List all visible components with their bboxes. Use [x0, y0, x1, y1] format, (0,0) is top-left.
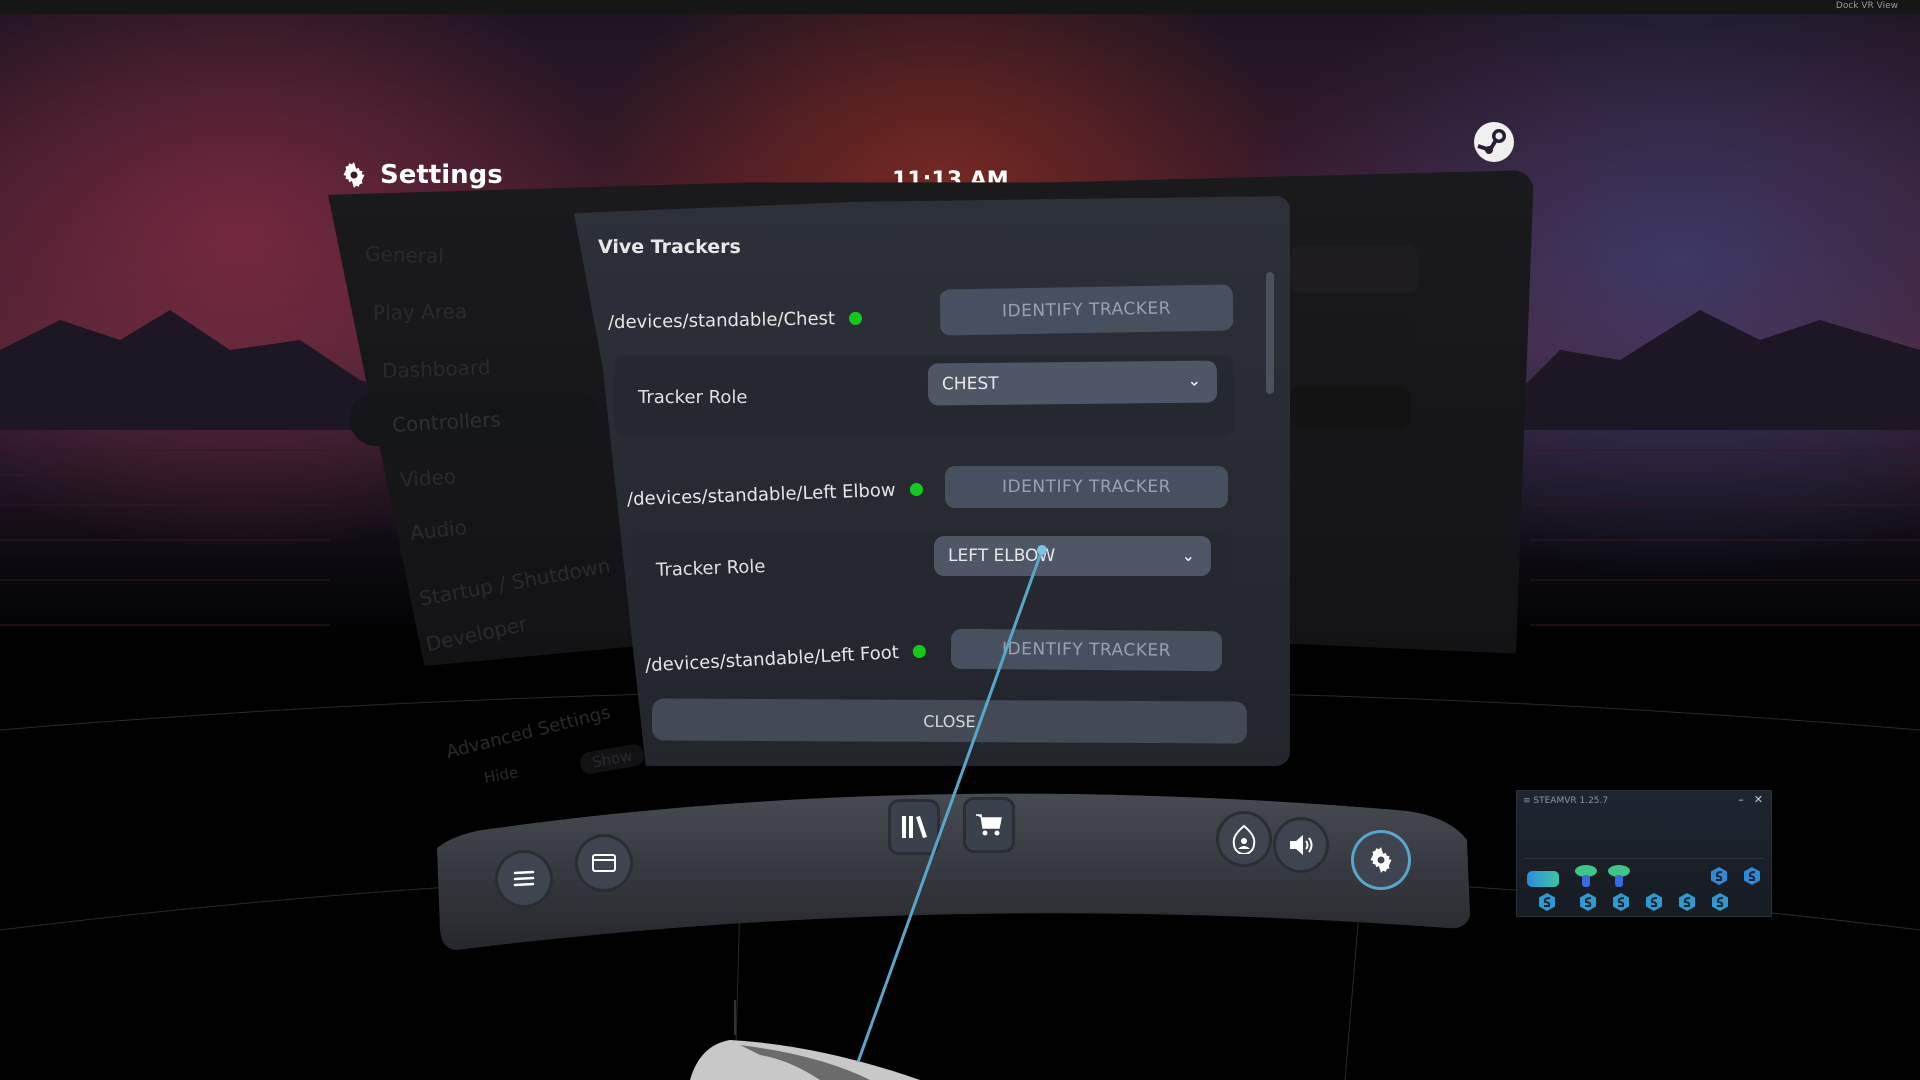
- identify-tracker-button[interactable]: IDENTIFY TRACKER: [939, 284, 1234, 336]
- background-setting-control: [1290, 385, 1410, 429]
- store-button[interactable]: [966, 800, 1012, 850]
- identify-tracker-button[interactable]: IDENTIFY TRACKER: [950, 628, 1223, 672]
- background-setting-control: [1290, 245, 1418, 293]
- base-station-icon: [1575, 865, 1597, 887]
- status-window-title: ≡ STEAMVR 1.25.7: [1523, 796, 1609, 806]
- sidebar-item-general[interactable]: General: [365, 242, 445, 269]
- sidebar-item-dashboard[interactable]: Dashboard: [382, 355, 491, 383]
- page-title: Settings: [380, 160, 503, 190]
- cart-icon: [976, 814, 1002, 836]
- tracker-role-value: CHEST: [941, 373, 999, 395]
- dialog-scrollbar[interactable]: [1266, 272, 1274, 394]
- settings-header: Settings: [340, 160, 503, 190]
- chevron-down-icon: ⌄: [1181, 546, 1195, 565]
- tracker-icon: [1711, 867, 1727, 885]
- status-connected-icon: [848, 311, 863, 326]
- library-icon: [902, 816, 927, 838]
- close-icon[interactable]: ✕: [1754, 793, 1763, 806]
- tracker-icon: [1613, 893, 1629, 911]
- steamvr-status-window: ≡ STEAMVR 1.25.7 – ✕: [1516, 790, 1772, 917]
- sidebar-item-video[interactable]: Video: [399, 464, 457, 492]
- tracker-role-label: Tracker Role: [655, 556, 766, 581]
- base-station-icon: [1608, 865, 1630, 887]
- tracker-icon: [1580, 893, 1596, 911]
- gear-icon: [343, 162, 365, 188]
- status-connected-icon: [912, 644, 927, 659]
- status-connected-icon: [909, 482, 923, 497]
- window-titlebar: Dock VR View: [0, 0, 1920, 14]
- tracker-icon: [1712, 893, 1728, 911]
- settings-button[interactable]: [1354, 833, 1408, 887]
- steam-logo-icon[interactable]: [1472, 120, 1516, 164]
- status-divider: [1523, 858, 1765, 859]
- identify-tracker-button[interactable]: IDENTIFY TRACKER: [945, 466, 1228, 508]
- sidebar-item-play-area[interactable]: Play Area: [373, 299, 467, 325]
- tracker-icon: [1539, 893, 1555, 911]
- tracker-role-label: Tracker Role: [638, 387, 748, 408]
- minimize-button[interactable]: –: [1738, 793, 1744, 806]
- library-button[interactable]: [891, 802, 937, 852]
- close-button[interactable]: CLOSE: [651, 698, 1248, 744]
- dock-vr-view-button[interactable]: Dock VR View: [1836, 1, 1898, 11]
- gear-icon: [1370, 847, 1392, 873]
- menu-button[interactable]: [498, 853, 550, 905]
- chevron-down-icon: ⌄: [1187, 370, 1202, 390]
- volume-icon: [1290, 835, 1313, 855]
- tracker-path: /devices/standable/Chest: [607, 308, 836, 334]
- user-icon: [1232, 824, 1256, 854]
- volume-button[interactable]: [1276, 820, 1326, 870]
- tracker-role-value: LEFT ELBOW: [948, 546, 1056, 566]
- tracker-icon: [1646, 893, 1662, 911]
- tracker-role-select[interactable]: LEFT ELBOW ⌄: [934, 536, 1211, 576]
- tracker-icon: [1744, 867, 1760, 885]
- tracker-row: /devices/standable/Chest: [607, 308, 863, 334]
- hamburger-icon: [513, 870, 535, 887]
- window-icon: [592, 854, 616, 872]
- avatar-button[interactable]: [1219, 814, 1269, 864]
- tracker-role-select[interactable]: CHEST ⌄: [927, 360, 1218, 406]
- desktop-view-button[interactable]: [578, 837, 630, 889]
- tracker-icon: [1679, 893, 1695, 911]
- background-setting-control: [1290, 315, 1415, 361]
- headset-icon: [1527, 871, 1559, 887]
- dialog-title: Vive Trackers: [598, 236, 741, 258]
